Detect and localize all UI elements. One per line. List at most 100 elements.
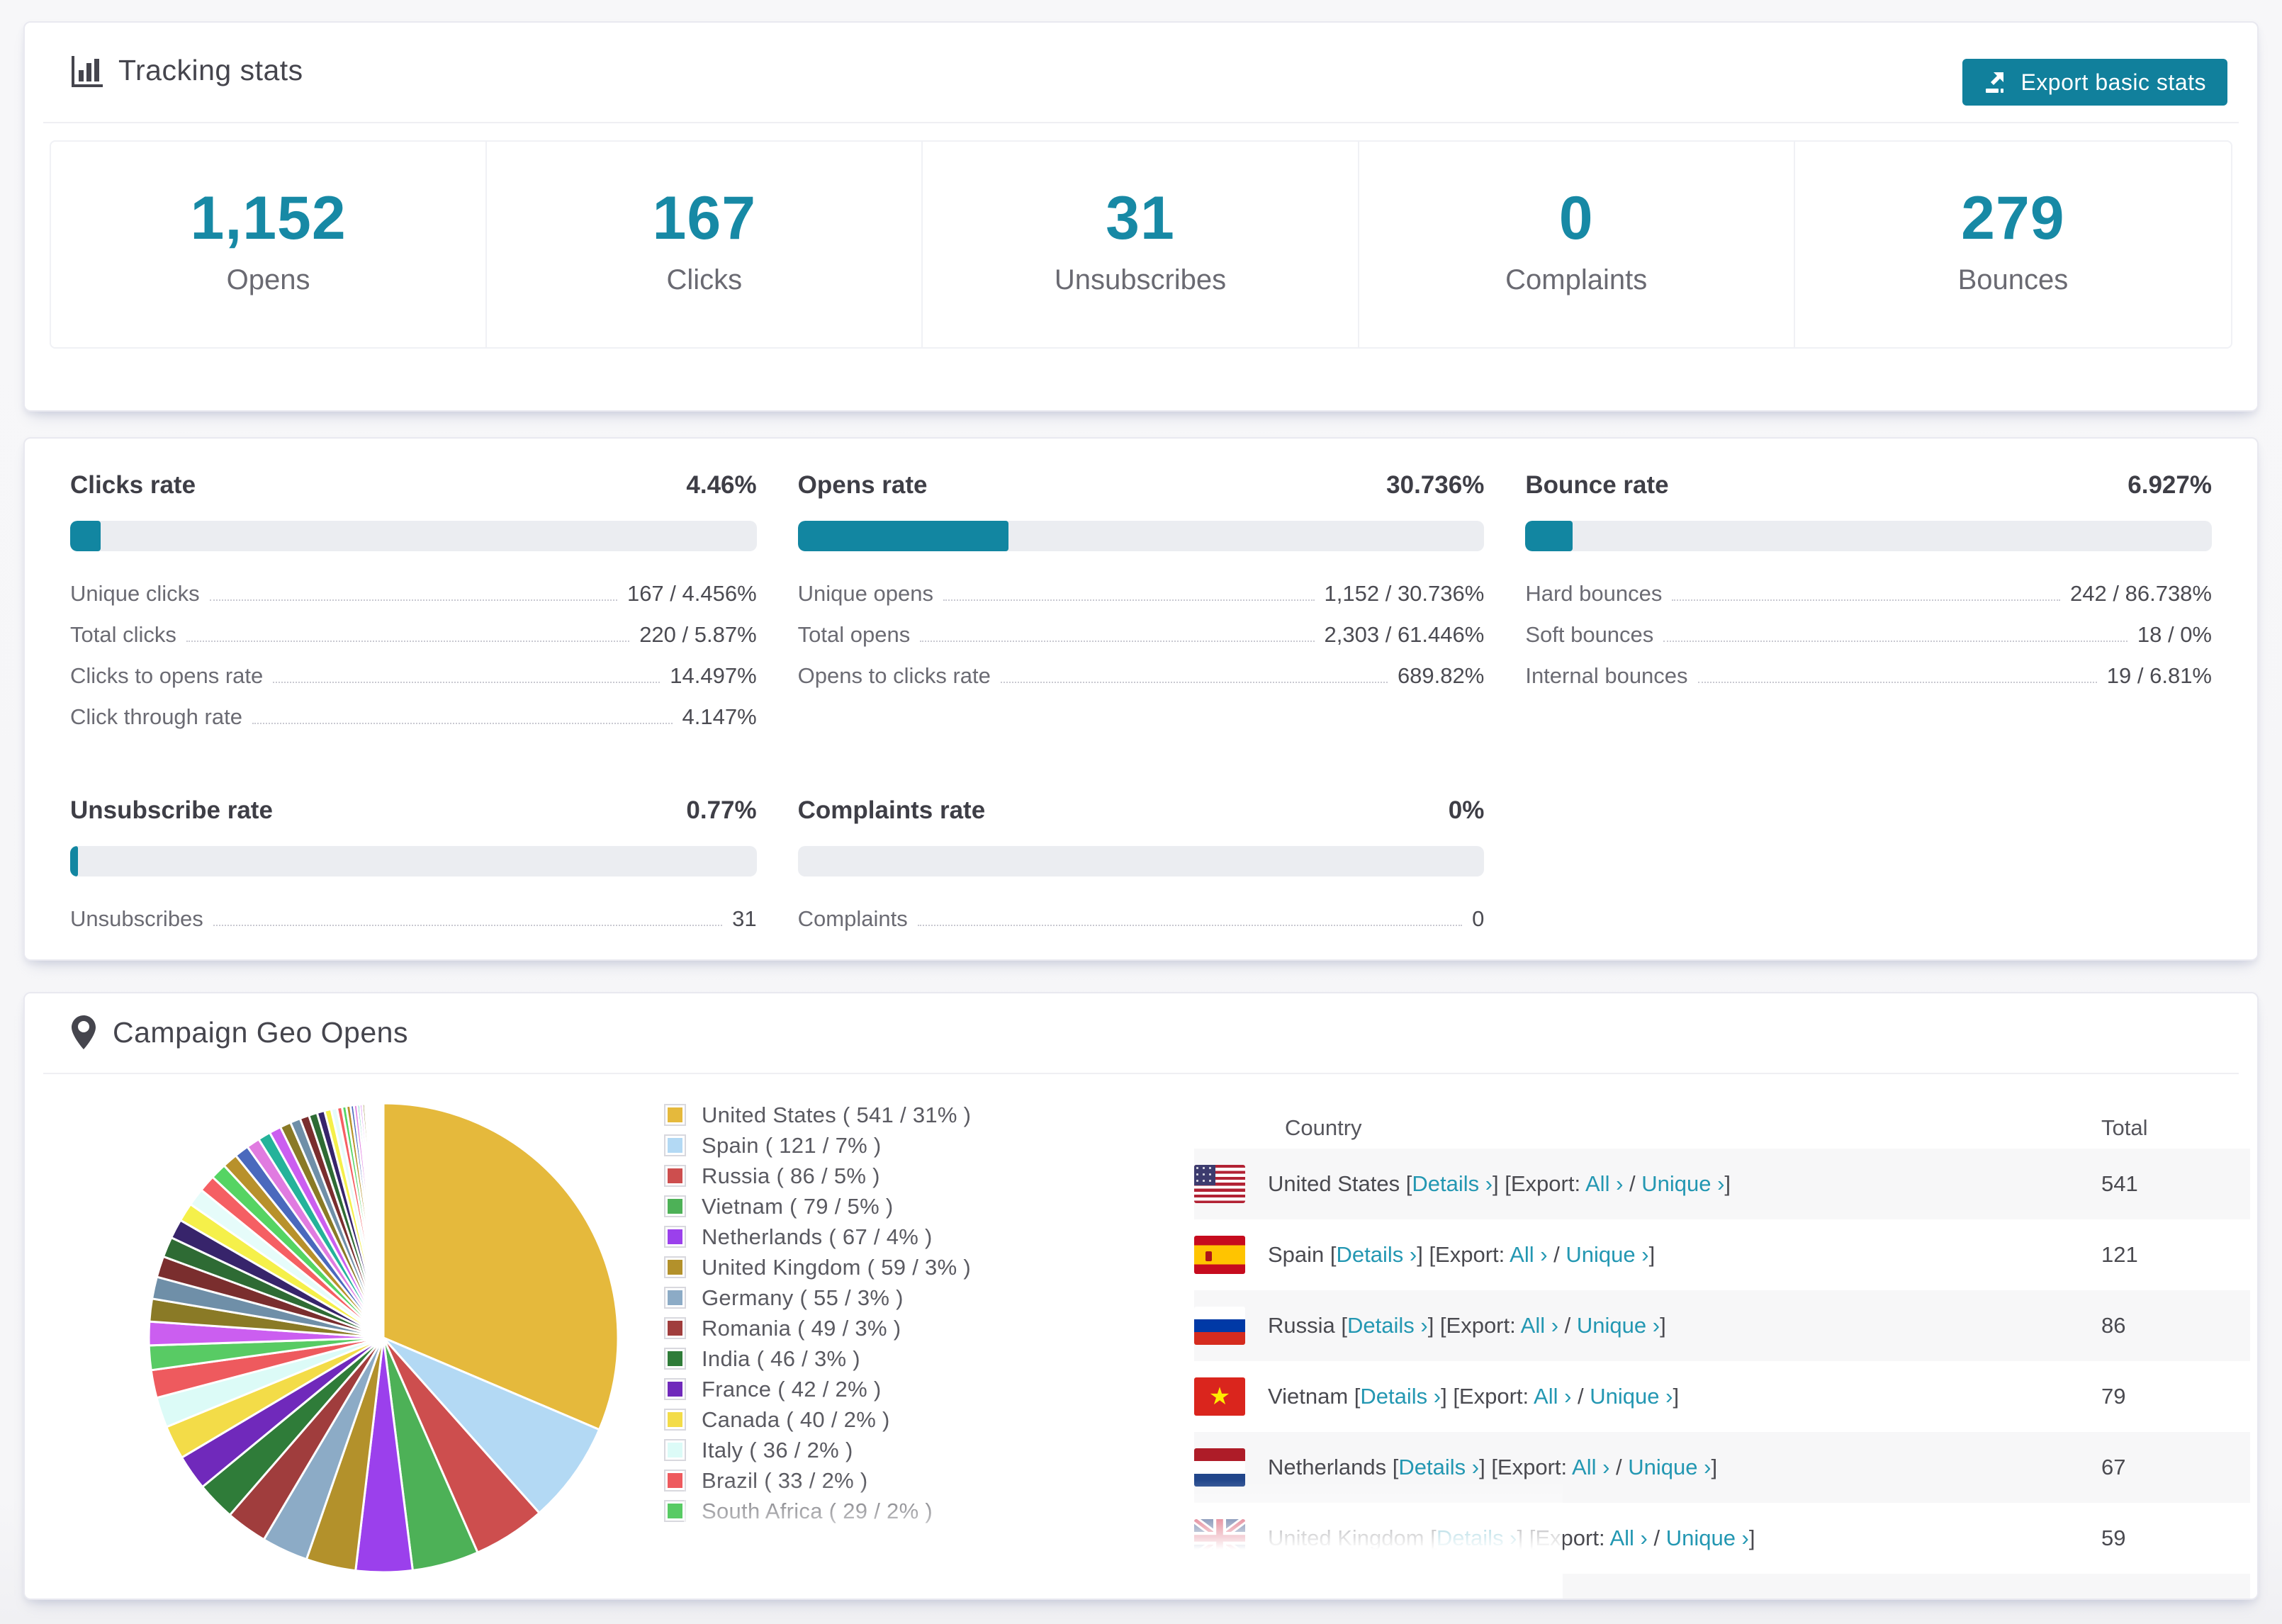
legend-swatch bbox=[664, 1348, 686, 1370]
legend-item: United Kingdom ( 59 / 3% ) bbox=[664, 1252, 971, 1282]
stat-value: 279 bbox=[1961, 184, 2065, 252]
stat-card: 0 Complaints bbox=[1359, 142, 1795, 347]
export-all-link[interactable]: All › bbox=[1510, 1242, 1547, 1267]
export-all-link[interactable]: All › bbox=[1572, 1455, 1609, 1479]
legend-swatch bbox=[664, 1226, 686, 1248]
export-all-link[interactable]: All › bbox=[1521, 1313, 1558, 1338]
flag-spain bbox=[1194, 1236, 1245, 1274]
export-button-label: Export basic stats bbox=[2020, 69, 2206, 95]
metric-row: Opens to clicks rate 689.82% bbox=[798, 663, 1485, 704]
stat-card: 1,152 Opens bbox=[51, 142, 488, 347]
rate-percent: 0% bbox=[1448, 796, 1485, 824]
geo-divider bbox=[43, 1073, 2239, 1074]
rate-section: Clicks rate 4.46% Unique clicks 167 / 4.… bbox=[70, 460, 757, 745]
export-unique-link[interactable]: Unique › bbox=[1577, 1313, 1660, 1338]
metric-row: Soft bounces 18 / 0% bbox=[1525, 622, 2212, 663]
legend-swatch bbox=[664, 1165, 686, 1187]
metric-label: Complaints bbox=[797, 906, 908, 931]
legend-swatch bbox=[664, 1317, 686, 1339]
rate-percent: 0.77% bbox=[686, 796, 757, 824]
export-unique-link[interactable]: Unique › bbox=[1566, 1242, 1648, 1267]
country-cell: United States [Details ›] [Export: All ›… bbox=[1268, 1171, 1731, 1196]
progress-bar bbox=[797, 521, 1485, 551]
map-pin-icon bbox=[70, 1015, 97, 1050]
export-unique-link[interactable]: Unique › bbox=[1600, 1596, 1683, 1598]
metric-label: Soft bounces bbox=[1525, 622, 1654, 647]
total-cell: 79 bbox=[2101, 1384, 2126, 1409]
pie-legend: United States ( 541 / 31% ) Spain ( 121 … bbox=[664, 1100, 971, 1526]
legend-swatch bbox=[664, 1409, 686, 1431]
metric-label: Total opens bbox=[797, 622, 911, 647]
legend-label: Vietnam ( 79 / 5% ) bbox=[702, 1193, 894, 1219]
total-cell: 86 bbox=[2101, 1313, 2126, 1338]
details-link[interactable]: Details › bbox=[1398, 1455, 1479, 1479]
rate-section-head: Clicks rate 4.46% bbox=[70, 471, 757, 500]
legend-item: France ( 42 / 2% ) bbox=[664, 1374, 971, 1404]
metric-value: 18 / 0% bbox=[2137, 622, 2212, 647]
legend-item: Canada ( 40 / 2% ) bbox=[664, 1404, 971, 1435]
geo-pie-chart[interactable] bbox=[142, 1097, 624, 1579]
details-link[interactable]: Details › bbox=[1412, 1171, 1493, 1196]
export-unique-link[interactable]: Unique › bbox=[1628, 1455, 1711, 1479]
total-cell: 59 bbox=[2101, 1526, 2126, 1550]
metric-value: 242 / 86.738% bbox=[2070, 581, 2212, 606]
legend-item: Germany ( 55 / 3% ) bbox=[664, 1282, 971, 1313]
geo-table-row: Spain [Details ›] [Export: All › / Uniqu… bbox=[1194, 1219, 2250, 1290]
geo-table-row: ★ Vietnam [Details ›] [Export: All › / U… bbox=[1194, 1361, 2250, 1432]
details-link[interactable]: Details › bbox=[1337, 1242, 1417, 1267]
metric-label: Hard bounces bbox=[1525, 581, 1663, 606]
legend-swatch bbox=[664, 1104, 686, 1126]
geo-table-row: Russia [Details ›] [Export: All › / Uniq… bbox=[1194, 1290, 2250, 1361]
metric-value: 167 / 4.456% bbox=[626, 581, 757, 606]
tracking-stats-title: Tracking stats bbox=[118, 54, 303, 86]
bar-chart-icon bbox=[70, 55, 103, 87]
rate-section: Opens rate 30.736% Unique opens 1,152 / … bbox=[797, 460, 1485, 745]
rates-grid: Clicks rate 4.46% Unique clicks 167 / 4.… bbox=[70, 460, 2212, 947]
rate-section-head: Complaints rate 0% bbox=[798, 796, 1485, 825]
metric-row: Unique opens 1,152 / 30.736% bbox=[798, 581, 1485, 622]
flag-russia bbox=[1194, 1307, 1245, 1345]
total-column-header: Total bbox=[2101, 1115, 2148, 1140]
export-unique-link[interactable]: Unique › bbox=[1666, 1526, 1749, 1550]
metric-label: Click through rate bbox=[70, 704, 242, 729]
geo-header: Campaign Geo Opens bbox=[70, 1015, 408, 1050]
details-link[interactable]: Details › bbox=[1347, 1313, 1428, 1338]
export-all-link[interactable]: All › bbox=[1609, 1526, 1647, 1550]
details-link[interactable]: Details › bbox=[1360, 1384, 1441, 1409]
dotted-leader bbox=[213, 925, 723, 926]
rate-title: Clicks rate bbox=[70, 471, 196, 499]
rate-section-head: Bounce rate 6.927% bbox=[1525, 471, 2212, 500]
dotted-leader bbox=[943, 599, 1315, 601]
metric-value: 4.147% bbox=[682, 704, 757, 729]
legend-item: Netherlands ( 67 / 4% ) bbox=[664, 1222, 971, 1252]
total-cell: 541 bbox=[2101, 1171, 2138, 1196]
metric-label: Internal bounces bbox=[1525, 663, 1688, 688]
legend-item: United States ( 541 / 31% ) bbox=[664, 1100, 971, 1130]
stat-label: Bounces bbox=[1957, 264, 2069, 295]
stat-label: Complaints bbox=[1505, 264, 1648, 295]
geo-title: Campaign Geo Opens bbox=[113, 1015, 408, 1049]
export-unique-link[interactable]: Unique › bbox=[1641, 1171, 1724, 1196]
legend-item: Romania ( 49 / 3% ) bbox=[664, 1313, 971, 1343]
legend-label: United Kingdom ( 59 / 3% ) bbox=[702, 1254, 971, 1280]
rate-title: Unsubscribe rate bbox=[70, 796, 273, 824]
export-all-link[interactable]: All › bbox=[1534, 1384, 1571, 1409]
rate-section-head: Opens rate 30.736% bbox=[798, 471, 1485, 500]
rate-percent: 6.927% bbox=[2128, 471, 2212, 499]
total-cell: 121 bbox=[2101, 1242, 2138, 1267]
metric-value: 14.497% bbox=[670, 663, 757, 688]
metric-label: Unsubscribes bbox=[70, 906, 203, 931]
dotted-leader bbox=[917, 925, 1463, 926]
progress-fill bbox=[70, 521, 101, 551]
export-unique-link[interactable]: Unique › bbox=[1590, 1384, 1673, 1409]
metric-label: Unique clicks bbox=[70, 581, 200, 606]
legend-swatch bbox=[664, 1378, 686, 1400]
legend-item: Italy ( 36 / 2% ) bbox=[664, 1435, 971, 1465]
stat-value: 1,152 bbox=[190, 184, 347, 252]
legend-swatch bbox=[664, 1134, 686, 1156]
stat-label: Unsubscribes bbox=[1054, 264, 1227, 295]
export-all-link[interactable]: All › bbox=[1585, 1171, 1623, 1196]
dotted-leader bbox=[273, 682, 661, 683]
metric-row: Complaints 0 bbox=[798, 906, 1485, 947]
export-basic-stats-button[interactable]: Export basic stats bbox=[1962, 59, 2227, 106]
